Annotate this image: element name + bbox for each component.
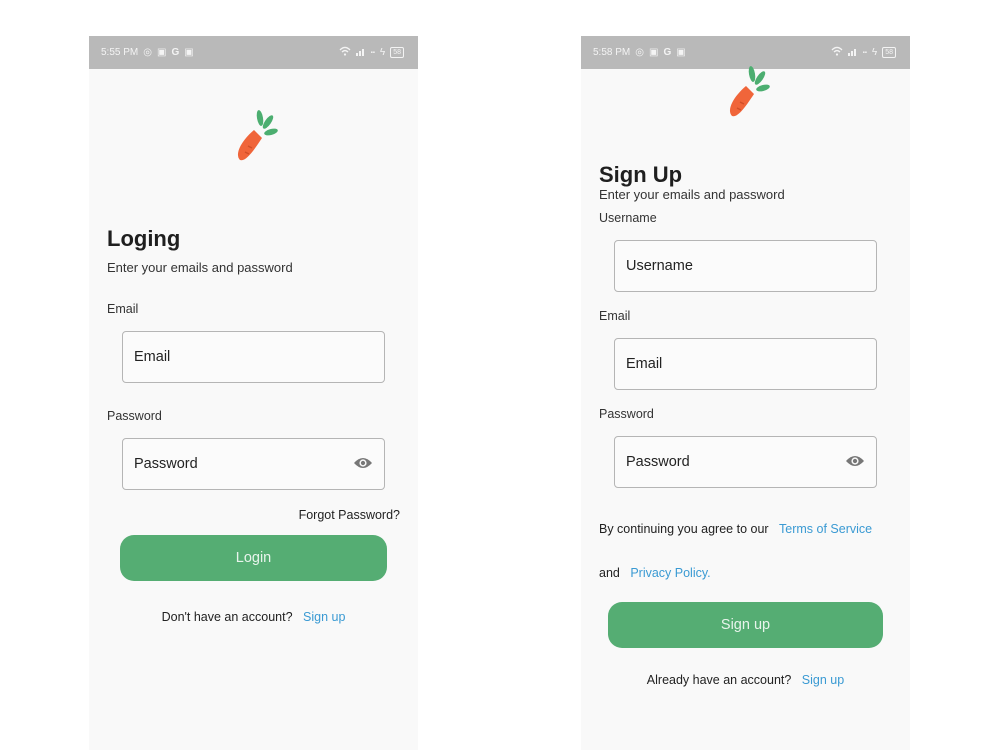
email-field[interactable]: Email	[614, 338, 877, 390]
notification-icon: ▣	[184, 46, 194, 58]
signin-prompt: Already have an account? Sign up	[581, 671, 910, 689]
privacy-policy-link[interactable]: Privacy Policy.	[630, 566, 710, 580]
signal-icon	[847, 47, 858, 59]
eye-icon[interactable]	[845, 454, 865, 473]
username-placeholder: Username	[626, 258, 693, 274]
battery-indicator: 58	[882, 47, 896, 58]
login-screen: 5:55 PM ◎ ▣ G ▣ ▪▪ ϟ 58 Loging Enter you…	[89, 36, 418, 750]
password-label: Password	[599, 407, 654, 421]
signup-button[interactable]: Sign up	[608, 602, 883, 648]
password-field[interactable]: Password	[614, 436, 877, 488]
page-title: Loging	[107, 226, 181, 251]
email-placeholder: Email	[626, 356, 663, 372]
wifi-icon	[831, 46, 843, 59]
notification-icon: ▣	[648, 46, 659, 58]
notification-icon: ▣	[676, 46, 686, 58]
forgot-password-link[interactable]: Forgot Password?	[299, 508, 400, 522]
signal-icon	[355, 47, 366, 59]
carrot-logo-icon	[722, 64, 770, 118]
google-icon: G	[663, 46, 672, 58]
terms-of-service-link[interactable]: Terms of Service	[779, 522, 872, 536]
eye-icon[interactable]	[353, 456, 373, 475]
page-subtitle: Enter your emails and password	[107, 260, 293, 275]
charging-icon: ϟ	[379, 46, 386, 58]
signup-link[interactable]: Sign up	[303, 610, 345, 624]
network-speed-icon: ▪▪	[370, 49, 375, 56]
password-placeholder: Password	[626, 454, 690, 470]
status-bar: 5:55 PM ◎ ▣ G ▣ ▪▪ ϟ 58	[89, 36, 418, 69]
terms-line: By continuing you agree to our Terms of …	[599, 520, 872, 538]
status-time: 5:55 PM	[101, 47, 139, 58]
username-label: Username	[599, 211, 657, 225]
login-button[interactable]: Login	[120, 535, 387, 581]
email-field[interactable]: Email	[122, 331, 385, 383]
wifi-icon	[339, 46, 351, 59]
carrot-logo-icon	[230, 108, 278, 162]
whatsapp-icon: ◎	[143, 46, 152, 58]
password-placeholder: Password	[134, 456, 198, 472]
signin-link[interactable]: Sign up	[802, 673, 844, 687]
privacy-line: and Privacy Policy.	[599, 564, 711, 582]
email-label: Email	[107, 302, 139, 316]
email-placeholder: Email	[134, 349, 171, 365]
whatsapp-icon: ◎	[635, 46, 644, 58]
password-field[interactable]: Password	[122, 438, 385, 490]
battery-indicator: 58	[390, 47, 404, 58]
network-speed-icon: ▪▪	[862, 49, 867, 56]
page-subtitle: Enter your emails and password	[599, 187, 785, 202]
terms-text: By continuing you agree to our	[599, 522, 769, 536]
status-time: 5:58 PM	[593, 47, 631, 58]
page-title: Sign Up	[599, 162, 683, 187]
no-account-text: Don't have an account?	[161, 610, 293, 624]
email-label: Email	[599, 309, 631, 323]
username-field[interactable]: Username	[614, 240, 877, 292]
signup-prompt: Don't have an account? Sign up	[89, 608, 418, 626]
signup-screen: 5:58 PM ◎ ▣ G ▣ ▪▪ ϟ 58 Sign Up Enter yo…	[581, 36, 910, 750]
have-account-text: Already have an account?	[646, 673, 792, 687]
charging-icon: ϟ	[871, 46, 878, 58]
notification-icon: ▣	[156, 46, 167, 58]
password-label: Password	[107, 409, 162, 423]
and-text: and	[599, 566, 620, 580]
google-icon: G	[171, 46, 180, 58]
